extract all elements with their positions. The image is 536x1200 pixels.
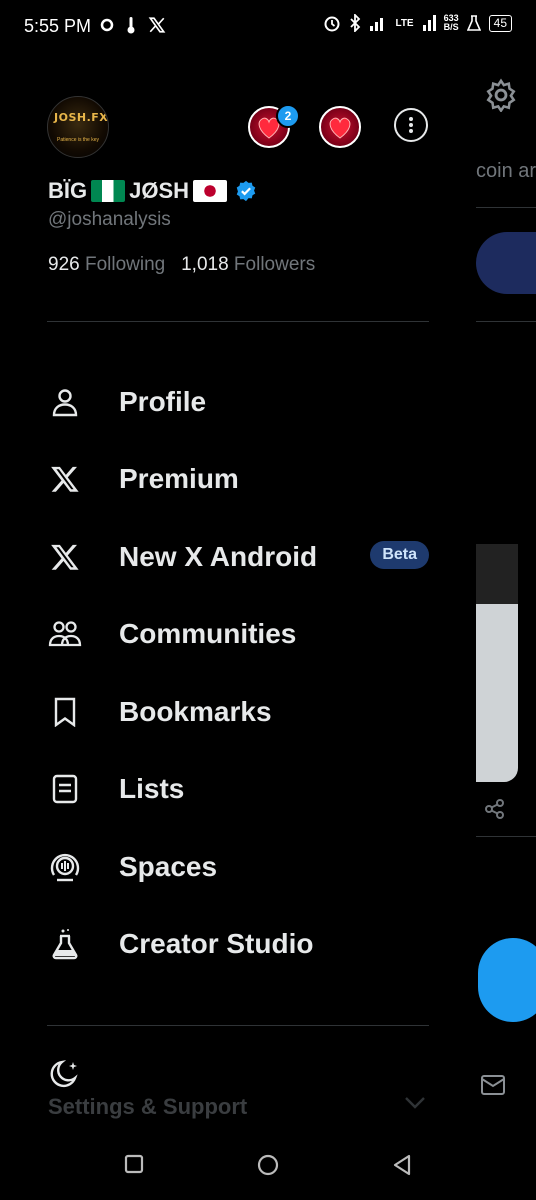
divider (47, 321, 429, 322)
feed-media-card (476, 544, 518, 782)
home-button[interactable] (257, 1154, 279, 1176)
navigation-drawer: JOSH.FX Patience is the key 2 BÏG JØSH @… (0, 56, 476, 1136)
person-icon (47, 384, 83, 420)
moon-dark-mode-icon[interactable] (48, 1058, 82, 1090)
menu-item-premium[interactable]: Premium (47, 449, 429, 509)
feed-tab-text: coin ar (476, 160, 536, 182)
list-icon (47, 771, 83, 807)
communities-icon (47, 616, 83, 652)
messages-icon[interactable] (480, 1072, 506, 1098)
back-button[interactable] (392, 1154, 412, 1176)
thermometer-icon (127, 17, 135, 34)
lab-flask-icon (466, 15, 481, 31)
network-type: LTE (395, 17, 414, 29)
menu-item-new-x-android[interactable]: New X Android Beta (47, 527, 429, 587)
feed-avatars (476, 232, 536, 294)
settings-support-section[interactable]: Settings & Support (48, 1094, 247, 1120)
status-left-icons (100, 16, 166, 34)
status-right-icons: LTE 633 B/S 45 (323, 14, 512, 32)
avatar[interactable]: JOSH.FX Patience is the key (47, 96, 109, 158)
divider (47, 1025, 429, 1026)
share-icon[interactable] (484, 798, 506, 820)
display-name: BÏG JØSH (48, 178, 257, 204)
background-feed: coin ar (476, 56, 536, 1136)
chevron-down-icon[interactable] (404, 1096, 426, 1110)
sync-icon (100, 18, 114, 32)
nigeria-flag-icon (91, 180, 126, 202)
followers-link[interactable]: 1,018 Followers (181, 254, 315, 275)
x-logo-icon (47, 539, 83, 575)
menu-item-communities[interactable]: Communities (47, 604, 429, 664)
alarm-icon (324, 16, 340, 32)
heart-avatar-icon (329, 117, 351, 139)
status-bar: 5:55 PM LTE 633 B/S 45 (0, 0, 536, 56)
battery-level: 45 (488, 14, 512, 32)
feed-divider (476, 836, 536, 837)
feed-divider (476, 207, 536, 208)
menu-item-bookmarks[interactable]: Bookmarks (47, 682, 429, 742)
bookmark-icon (47, 694, 83, 730)
following-link[interactable]: 926 Following (48, 254, 165, 275)
recents-button[interactable] (124, 1154, 144, 1174)
status-time: 5:55 PM (24, 16, 92, 36)
net-speed: 633 B/S (443, 13, 459, 32)
menu-item-lists[interactable]: Lists (47, 759, 429, 819)
follow-stats: 926 Following 1,018 Followers (48, 254, 315, 276)
feed-divider (476, 321, 536, 322)
verified-badge-icon (236, 180, 256, 202)
more-options-button[interactable] (394, 108, 428, 142)
gear-icon[interactable] (484, 78, 518, 112)
beta-badge: Beta (370, 541, 429, 569)
japan-flag-icon (193, 180, 228, 202)
signal-icon (370, 18, 384, 31)
switch-account-button-2[interactable] (319, 106, 361, 148)
flask-icon (47, 926, 83, 962)
system-nav-bar (0, 1136, 536, 1200)
menu-item-profile[interactable]: Profile (47, 372, 429, 432)
menu-item-creator-studio[interactable]: Creator Studio (47, 914, 429, 974)
bluetooth-icon (350, 14, 361, 32)
spaces-icon (47, 849, 83, 885)
menu-item-spaces[interactable]: Spaces (47, 837, 429, 897)
user-handle[interactable]: @joshanalysis (48, 209, 171, 231)
compose-fab[interactable] (478, 938, 536, 1022)
x-logo-icon (47, 461, 83, 497)
account-notification-badge: 2 (276, 104, 300, 128)
x-notification-icon (148, 17, 166, 33)
signal-icon-2 (422, 15, 436, 31)
